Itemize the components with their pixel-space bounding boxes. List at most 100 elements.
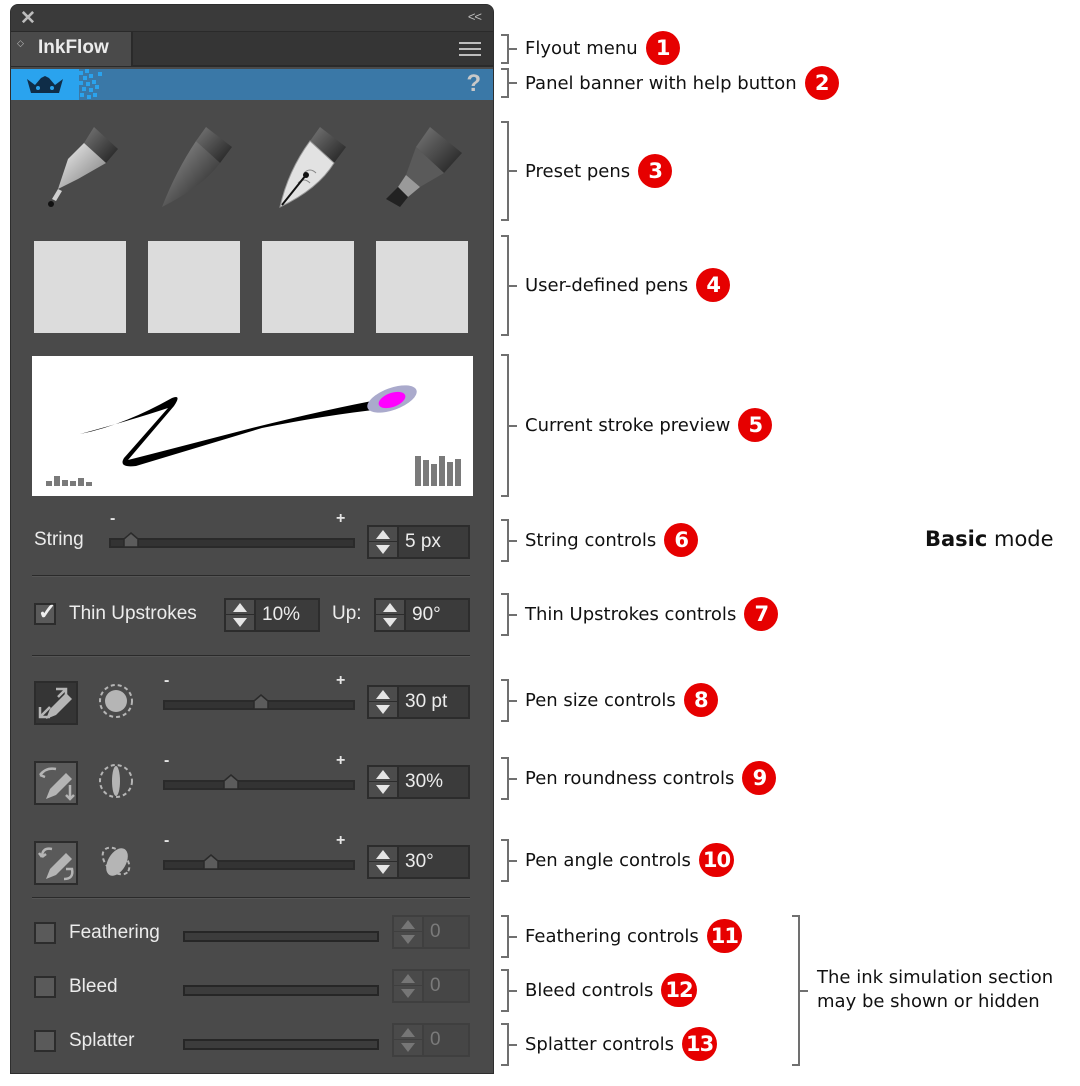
pen-size-value[interactable]: 30 pt [405, 691, 447, 713]
feathering-stepper[interactable]: 0 [392, 915, 470, 949]
pen-size-mode-button[interactable] [34, 681, 78, 725]
bleed-increment-button[interactable] [394, 971, 422, 986]
pen-angle-decrement-button[interactable] [369, 862, 397, 877]
callout-badge: 1 [645, 31, 680, 65]
stepper-arrows [369, 687, 399, 717]
pen-roundness-value[interactable]: 30% [405, 771, 443, 793]
preset-pen-technical[interactable] [38, 127, 124, 213]
user-pen-slot-3[interactable] [262, 241, 354, 333]
preset-pen-brush[interactable] [152, 127, 238, 213]
thin-upstrokes-stepper[interactable]: 10% [224, 598, 320, 632]
splatter-value[interactable]: 0 [430, 1029, 441, 1051]
pen-roundness-mode-button[interactable] [34, 761, 78, 805]
user-pen-slot-2[interactable] [148, 241, 240, 333]
flyout-menu-button[interactable] [459, 42, 481, 57]
callout-text: Flyout menu [525, 37, 638, 59]
string-slider[interactable] [109, 532, 355, 548]
stepper-arrows [376, 600, 406, 630]
pen-size-slider-thumb[interactable] [253, 694, 270, 710]
string-slider-thumb[interactable] [123, 532, 139, 548]
feathering-slider[interactable] [183, 931, 379, 942]
pen-angle-mode-button[interactable] [34, 841, 78, 885]
oval-nib-icon [99, 764, 133, 798]
collapse-panel-button[interactable]: << [468, 9, 482, 24]
bracket-6 [501, 519, 517, 562]
feathering-label: Feathering [69, 922, 160, 943]
pen-roundness-increment-button[interactable] [369, 767, 397, 782]
callout-10: Pen angle controls 10 [525, 843, 735, 877]
string-value[interactable]: 5 px [405, 531, 441, 553]
pen-size-stepper[interactable]: 30 pt [367, 685, 470, 719]
up-angle-value[interactable]: 90° [412, 604, 441, 626]
splatter-stepper[interactable]: 0 [392, 1023, 470, 1057]
feathering-increment-button[interactable] [394, 917, 422, 932]
tab-inkflow[interactable]: ◇ InkFlow [11, 32, 133, 66]
user-pen-slot-1[interactable] [34, 241, 126, 333]
feathering-decrement-button[interactable] [394, 932, 422, 947]
splatter-slider[interactable] [183, 1039, 379, 1050]
stepper-arrows [369, 847, 399, 877]
callout-text: Splatter controls [525, 1033, 674, 1055]
pen-roundness-plus-label: + [336, 752, 346, 769]
arrow-up-icon [401, 1028, 415, 1037]
callout-text: Pen size controls [525, 689, 676, 711]
help-button[interactable]: ? [466, 70, 481, 98]
pen-angle-slider-thumb[interactable] [202, 854, 219, 870]
pen-size-decrement-button[interactable] [369, 702, 397, 717]
preset-pen-chisel-marker[interactable] [380, 127, 466, 213]
pen-angle-stepper[interactable]: 30° [367, 845, 470, 879]
splatter-increment-button[interactable] [394, 1025, 422, 1040]
bleed-slider[interactable] [183, 985, 379, 996]
bleed-value[interactable]: 0 [430, 975, 441, 997]
arrow-down-icon [233, 618, 247, 627]
pen-roundness-decrement-button[interactable] [369, 782, 397, 797]
string-plus-label: + [336, 510, 346, 527]
stepper-arrows [369, 767, 399, 797]
pen-roundness-slider[interactable] [163, 774, 355, 790]
bleed-stepper[interactable]: 0 [392, 969, 470, 1003]
arrow-down-icon [376, 865, 390, 874]
callout-8: Pen size controls 8 [525, 683, 718, 717]
stepper-arrows [394, 1025, 424, 1055]
pen-angle-plus-label: + [336, 832, 346, 849]
up-angle-stepper[interactable]: 90° [374, 598, 470, 632]
thin-upstrokes-decrement-button[interactable] [226, 615, 254, 630]
bleed-checkbox[interactable] [34, 976, 56, 998]
callout-3: Preset pens 3 [525, 154, 673, 188]
splatter-label: Splatter [69, 1030, 135, 1051]
user-pen-slot-4[interactable] [376, 241, 468, 333]
thin-upstrokes-value[interactable]: 10% [262, 604, 300, 626]
thin-upstrokes-checkbox[interactable]: ✓ [34, 599, 56, 625]
thin-upstrokes-increment-button[interactable] [226, 600, 254, 615]
feathering-value[interactable]: 0 [430, 921, 441, 943]
callout-badge: 12 [661, 973, 697, 1007]
feathering-checkbox[interactable] [34, 922, 56, 944]
callout-badge: 6 [664, 523, 699, 557]
callout-badge: 2 [804, 66, 839, 100]
close-icon[interactable]: ✕ [20, 7, 36, 30]
panel-title: InkFlow [38, 37, 109, 58]
bleed-decrement-button[interactable] [394, 986, 422, 1001]
pen-angle-increment-button[interactable] [369, 847, 397, 862]
arrow-down-icon [401, 935, 415, 944]
mode-note-rest: mode [987, 527, 1054, 551]
string-stepper[interactable]: 5 px [367, 525, 470, 559]
pen-size-increment-button[interactable] [369, 687, 397, 702]
hamburger-line [459, 48, 481, 50]
splatter-decrement-button[interactable] [394, 1040, 422, 1055]
pen-roundness-slider-thumb[interactable] [223, 774, 240, 790]
pen-roundness-stepper[interactable]: 30% [367, 765, 470, 799]
pen-size-slider[interactable] [163, 694, 355, 710]
pen-angle-slider[interactable] [163, 854, 355, 870]
thin-upstrokes-label: Thin Upstrokes [69, 603, 197, 624]
string-decrement-button[interactable] [369, 542, 397, 557]
bracket-4 [501, 235, 517, 336]
splatter-checkbox[interactable] [34, 1030, 56, 1052]
arrow-down-icon [376, 705, 390, 714]
callout-text: Pen roundness controls [525, 767, 735, 789]
up-angle-decrement-button[interactable] [376, 615, 404, 630]
up-angle-increment-button[interactable] [376, 600, 404, 615]
preset-pen-fountain[interactable] [266, 127, 352, 213]
pen-angle-value[interactable]: 30° [405, 851, 434, 873]
string-increment-button[interactable] [369, 527, 397, 542]
